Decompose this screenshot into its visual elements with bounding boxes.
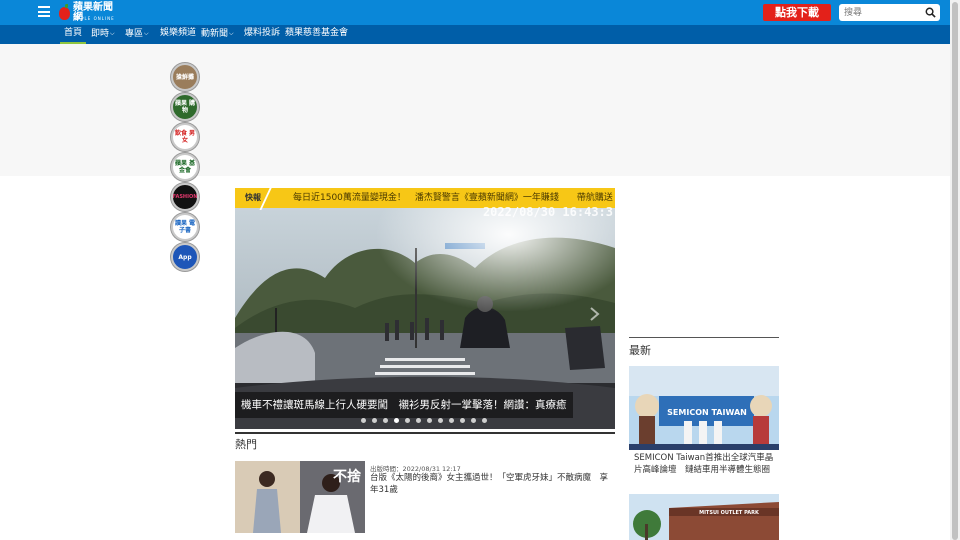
scrollbar-thumb[interactable] <box>952 2 958 540</box>
latest-article-image[interactable]: SEMICON TAIWAN <box>629 366 779 450</box>
video-timestamp: 2022/08/30 16:43:3 <box>482 205 613 219</box>
nav-item-realtime[interactable]: 即時⌵ <box>91 25 115 44</box>
slider-dot[interactable] <box>372 418 377 423</box>
section-divider <box>235 432 615 434</box>
slider-dot[interactable] <box>460 418 465 423</box>
nav-label: 娛樂頻道 <box>160 28 197 38</box>
side-menu-label: 搶鮮攤 <box>175 73 194 81</box>
slider-dot[interactable] <box>416 418 421 423</box>
top-ad-area <box>0 44 950 176</box>
side-menu-label: 蘋果 基金會 <box>174 160 196 174</box>
download-app-button[interactable]: 點我下載App <box>763 4 831 36</box>
latest-article-photo: SEMICON TAIWAN <box>629 366 779 450</box>
headline-slider[interactable]: 快報 每日近1500萬流量變現金！ 潘杰賢警言《壹蘋新聞網》一年賺錢 帶航購送 <box>235 188 615 429</box>
slider-dot[interactable] <box>449 418 454 423</box>
image-overlay-text: SEMICON TAIWAN <box>667 408 747 417</box>
menu-icon[interactable] <box>38 6 50 17</box>
slider-dot[interactable] <box>438 418 443 423</box>
search-input[interactable] <box>844 6 922 19</box>
nav-item-tips[interactable]: 爆料投訴 <box>244 25 280 44</box>
side-menu-item[interactable]: 飲食 男女 <box>171 123 199 151</box>
side-menu-label: App <box>178 253 192 261</box>
latest-section-title: 最新 <box>629 344 651 357</box>
slide-caption[interactable]: 機車不禮讓斑馬線上行人硬要闖 襯衫男反射一掌擊落！網讚：真療癒 <box>235 392 573 418</box>
slider-dots <box>361 418 493 423</box>
side-menu-item[interactable]: 搶鮮攤 <box>171 63 199 91</box>
side-menu-item[interactable]: 讀果 電子書 <box>171 213 199 241</box>
side-menu-label: 讀果 電子書 <box>174 220 196 234</box>
search-box <box>839 4 940 21</box>
side-menu-label: FASHION <box>172 193 198 200</box>
nav-label: 爆料投訴 <box>244 28 281 38</box>
slider-dot[interactable] <box>361 418 366 423</box>
nav-item-animated-news[interactable]: 動新聞⌵ <box>201 25 234 44</box>
nav-label: 即時 <box>91 29 110 39</box>
slider-dot[interactable] <box>405 418 410 423</box>
nav-item-foundation[interactable]: 蘋果慈善基金會 <box>285 25 348 44</box>
latest-article-caption[interactable]: SEMICON Taiwan首推出全球汽車晶片高峰論壇 鏈結車用半導體生態圈 <box>634 452 779 476</box>
side-menu-label: 飲食 男女 <box>174 130 196 144</box>
top-header-bar: 蘋果新聞網 APPLE ONLINE 點我下載App <box>0 0 950 36</box>
hot-article-image[interactable]: 不捨 <box>235 461 365 533</box>
image-overlay-text: MITSUI OUTLET PARK <box>699 510 760 516</box>
chevron-right-icon[interactable] <box>589 306 601 322</box>
chevron-down-icon: ⌵ <box>229 30 234 37</box>
side-menu-item[interactable]: 蘋果 購物 <box>171 93 199 121</box>
nav-label: 蘋果慈善基金會 <box>285 28 349 38</box>
side-menu-label: 蘋果 購物 <box>174 100 196 114</box>
nav-label: 動新聞 <box>201 29 229 39</box>
slider-dot[interactable] <box>427 418 432 423</box>
site-logo[interactable]: 蘋果新聞網 APPLE ONLINE <box>59 3 119 23</box>
right-ad-area <box>629 188 779 338</box>
side-menu-item[interactable]: 蘋果 基金會 <box>171 153 199 181</box>
logo-subtext: APPLE ONLINE <box>74 16 115 21</box>
nav-label: 首頁 <box>63 28 82 38</box>
slider-dot[interactable] <box>482 418 487 423</box>
hot-section-title: 熱門 <box>235 438 257 451</box>
slider-dot[interactable] <box>471 418 476 423</box>
slider-dot[interactable] <box>383 418 388 423</box>
side-menu-item[interactable]: App <box>171 243 199 271</box>
nav-item-home[interactable]: 首頁 <box>60 25 86 44</box>
apple-logo-icon <box>59 3 71 20</box>
slider-dot[interactable] <box>394 418 399 423</box>
main-nav: 首頁 即時⌵ 專區⌵ 娛樂頻道 動新聞⌵ 爆料投訴 蘋果慈善基金會 <box>0 25 950 44</box>
hot-article-headline[interactable]: 台版《太陽的後裔》女主攜過世！「空軍虎牙妹」不敵病魔 享年31歲 <box>370 472 610 496</box>
chevron-down-icon: ⌵ <box>110 30 115 37</box>
nav-item-entertainment[interactable]: 娛樂頻道 <box>160 25 196 44</box>
latest-article-image[interactable]: MITSUI OUTLET PARK <box>629 494 779 540</box>
side-menu-item[interactable]: FASHION <box>171 183 199 211</box>
nav-item-sections[interactable]: 專區⌵ <box>125 25 149 44</box>
chevron-down-icon: ⌵ <box>144 30 149 37</box>
hot-article-photo: 不捨 <box>235 461 365 533</box>
search-icon[interactable] <box>925 7 936 18</box>
nav-label: 專區 <box>125 29 144 39</box>
image-overlay-text: 不捨 <box>333 468 362 485</box>
latest-article-photo: MITSUI OUTLET PARK <box>629 494 779 540</box>
